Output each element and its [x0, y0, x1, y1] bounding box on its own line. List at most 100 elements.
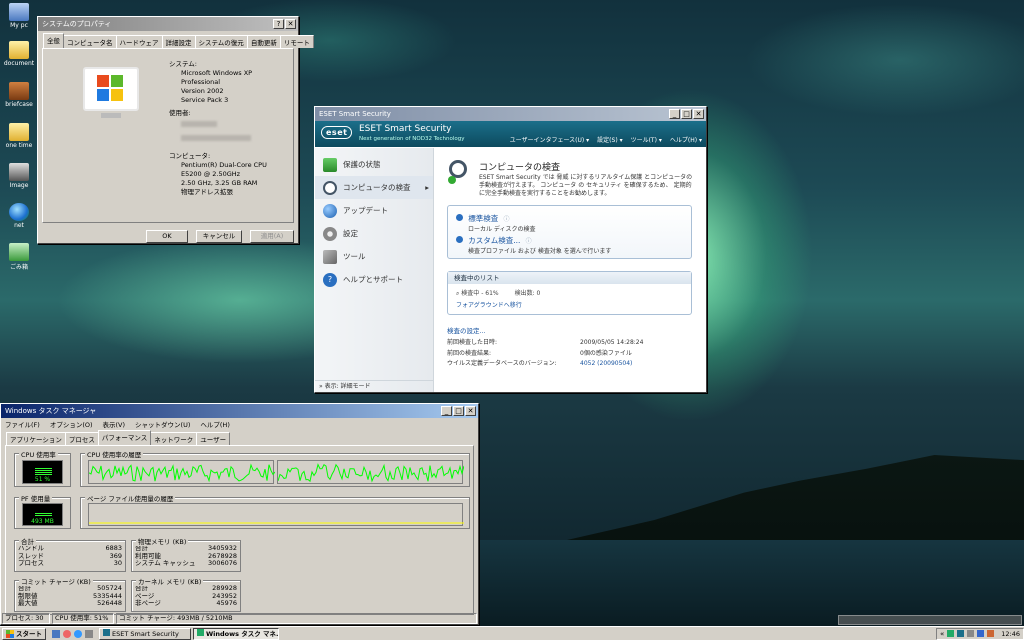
physical-memory-heading: 物理メモリ (KB)	[136, 536, 189, 546]
tab-automatic-updates[interactable]: 自動更新	[246, 35, 281, 48]
menu-shutdown[interactable]: シャットダウン(U)	[135, 419, 190, 429]
scan-page-heading: コンピュータの検査	[479, 163, 561, 173]
media-icon[interactable]	[85, 629, 93, 638]
start-button[interactable]: スタート	[2, 627, 46, 640]
desktop-icon-briefcase[interactable]: briefcase	[2, 82, 36, 108]
nav-tools[interactable]: ツール	[315, 245, 433, 268]
nav-label: ヘルプとサポート	[343, 275, 403, 284]
info-row: 前回検査した日時: 2009/05/05 14:28:24	[447, 338, 692, 349]
clock[interactable]: 12:46	[1001, 630, 1020, 638]
taskbar-item-label: Windows タスク マネ...	[206, 629, 279, 638]
tab-users[interactable]: ユーザー	[196, 432, 231, 445]
nav-computer-scan[interactable]: コンピュータの検査 ▸	[315, 176, 433, 199]
signature-db-version[interactable]: 4052 (20090504)	[580, 359, 632, 370]
cpu-history-line-core-2	[278, 463, 464, 483]
tab-hardware[interactable]: ハードウェア	[115, 35, 163, 48]
eset-titlebar[interactable]: ESET Smart Security _ □ ✕	[315, 107, 706, 121]
close-button[interactable]: ✕	[285, 19, 296, 29]
menu-setup[interactable]: 設定(S) ▾	[597, 135, 622, 144]
tab-remote[interactable]: リモート	[279, 35, 314, 48]
cpu-history-label: CPU 使用率の履歴	[85, 449, 144, 459]
apply-button[interactable]: 適用(A)	[250, 230, 294, 243]
task-manager-titlebar[interactable]: Windows タスク マネージャ _ □ ✕	[1, 404, 478, 418]
taskbar-item-eset[interactable]: ESET Smart Security	[99, 627, 191, 640]
tray-security-icon[interactable]	[957, 630, 965, 637]
taskbar-item-task-manager[interactable]: Windows タスク マネ...	[193, 627, 279, 640]
menu-tools[interactable]: ツール(T) ▾	[631, 135, 662, 144]
help-icon: ?	[323, 272, 337, 287]
menu-help[interactable]: ヘルプ(H)	[200, 419, 229, 429]
desktop-icon-my-pc[interactable]: My pc	[2, 3, 36, 29]
foreground-link[interactable]: フォアグラウンドへ移行	[448, 298, 691, 311]
menu-view[interactable]: 表示(V)	[103, 419, 126, 429]
help-button[interactable]: ?	[273, 19, 284, 29]
desktop-icon-label: ごみ箱	[9, 264, 28, 271]
nav-label: アップデート	[343, 206, 388, 215]
tab-system-restore[interactable]: システムの復元	[194, 35, 248, 48]
menu-help[interactable]: ヘルプ(H) ▾	[670, 135, 702, 144]
standard-scan-option[interactable]: 標準検査 ⓘ ローカル ディスクの検査	[456, 213, 536, 233]
desktop-icon-document[interactable]: document	[2, 41, 36, 67]
close-button[interactable]: ✕	[693, 109, 704, 119]
windows-logo-monitor	[83, 67, 139, 111]
nav-update[interactable]: アップデート	[315, 199, 433, 222]
kernel-row: 非ページ 45976	[135, 600, 237, 608]
monitor-stand	[101, 113, 121, 118]
tray-volume-icon[interactable]	[967, 630, 975, 637]
custom-scan-link[interactable]: カスタム検査...	[468, 236, 520, 245]
nav-setup[interactable]: 設定	[315, 222, 433, 245]
minimize-button[interactable]: _	[441, 406, 452, 416]
menu-options[interactable]: オプション(O)	[50, 419, 93, 429]
desktop-icon-label: net	[14, 222, 24, 229]
browser-icon[interactable]	[63, 629, 71, 638]
taskmgr-small-icon	[197, 628, 204, 636]
ie-icon[interactable]	[74, 629, 82, 638]
tray-network-icon[interactable]	[977, 630, 985, 637]
totals-group: 合計 ハンドル 6883 スレッド 369 プロセス 30	[14, 536, 126, 572]
scan-settings-link[interactable]: 検査の設定...	[447, 325, 486, 335]
maximize-button[interactable]: □	[681, 109, 692, 119]
custom-scan-option[interactable]: カスタム検査... ⓘ 検査プロファイル および 検査対象 を選んで行います	[456, 235, 611, 255]
menu-user-interface[interactable]: ユーザーインタフェース(U) ▾	[510, 135, 590, 144]
desktop-icon-recycle-bin[interactable]: ごみ箱	[2, 243, 36, 271]
pf-usage-label: PF 使用量	[19, 493, 53, 503]
computer-icon	[9, 3, 29, 21]
stat-label: システム キャッシュ	[135, 559, 196, 568]
nav-help-support[interactable]: ? ヘルプとサポート	[315, 268, 433, 291]
tray-arrow-icon[interactable]: «	[940, 630, 944, 638]
maximize-button[interactable]: □	[453, 406, 464, 416]
tab-advanced[interactable]: 詳細設定	[161, 35, 196, 48]
show-desktop-icon[interactable]	[52, 629, 60, 638]
desktop-icon-label: briefcase	[5, 101, 33, 108]
globe-update-icon	[323, 203, 337, 218]
menu-file[interactable]: ファイル(F)	[5, 419, 40, 429]
desktop-icon-one-time[interactable]: one time	[2, 123, 36, 149]
standard-scan-link[interactable]: 標準検査	[468, 214, 498, 223]
tab-performance[interactable]: パフォーマンス	[97, 430, 152, 445]
tab-applications[interactable]: アプリケーション	[6, 432, 66, 445]
briefcase-icon	[9, 82, 29, 100]
tab-processes[interactable]: プロセス	[64, 432, 99, 445]
system-properties-titlebar[interactable]: システムのプロパティ ? ✕	[38, 17, 298, 31]
tab-networking[interactable]: ネットワーク	[150, 432, 198, 445]
nav-protection-status[interactable]: 保護の状態	[315, 153, 433, 176]
cancel-button[interactable]: キャンセル	[196, 230, 242, 243]
desktop-icon-image[interactable]: Image	[2, 163, 36, 189]
tray-misc-icon[interactable]	[987, 630, 995, 637]
cpu-usage-value: 51 %	[34, 476, 51, 483]
view-mode-toggle[interactable]: » 表示: 詳細モード	[315, 380, 433, 392]
desktop-icon-net[interactable]: net	[2, 203, 36, 229]
minimize-button[interactable]: _	[669, 109, 680, 119]
tab-general[interactable]: 全般	[43, 33, 64, 48]
tray-app-icon[interactable]	[947, 630, 955, 637]
os-service-pack: Service Pack 3	[181, 96, 229, 104]
info-label: 前回検査した日時:	[447, 339, 498, 346]
system-properties-window: システムのプロパティ ? ✕ 全般 コンピュータ名 ハードウェア 詳細設定 システ…	[37, 16, 314, 244]
tab-computer-name[interactable]: コンピュータ名	[63, 35, 117, 48]
cpu-usage-meter: 51 %	[22, 460, 63, 484]
lake-reflection	[464, 540, 1024, 626]
scan-info-table: 前回検査した日時: 2009/05/05 14:28:24 前回の検査結果: 0個の…	[447, 338, 692, 370]
close-button[interactable]: ✕	[465, 406, 476, 416]
history-line	[278, 463, 464, 483]
ok-button[interactable]: OK	[146, 230, 188, 243]
